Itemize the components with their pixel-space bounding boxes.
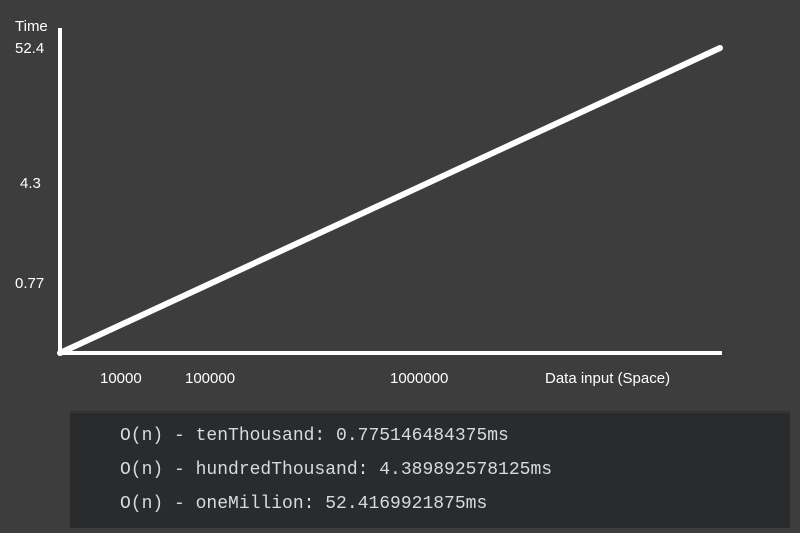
chart-area: Time 52.4 4.3 0.77 10000 100000 1000000 … — [0, 0, 800, 415]
console-line: O(n) - hundredThousand: 4.389892578125ms — [70, 453, 790, 487]
y-axis-title: Time — [15, 18, 48, 35]
x-axis-tick: 10000 — [100, 370, 142, 387]
x-axis-title: Data input (Space) — [545, 370, 670, 387]
x-axis-tick: 1000000 — [390, 370, 448, 387]
y-axis-tick: 52.4 — [15, 40, 44, 57]
y-axis-tick: 0.77 — [15, 275, 44, 292]
console-line: O(n) - oneMillion: 52.4169921875ms — [70, 487, 790, 521]
x-axis-tick: 100000 — [185, 370, 235, 387]
console-output: O(n) - tenThousand: 0.775146484375ms O(n… — [70, 412, 790, 528]
console-line: O(n) - tenThousand: 0.775146484375ms — [70, 419, 790, 453]
chart-plot — [0, 0, 800, 415]
y-axis-tick: 4.3 — [20, 175, 41, 192]
